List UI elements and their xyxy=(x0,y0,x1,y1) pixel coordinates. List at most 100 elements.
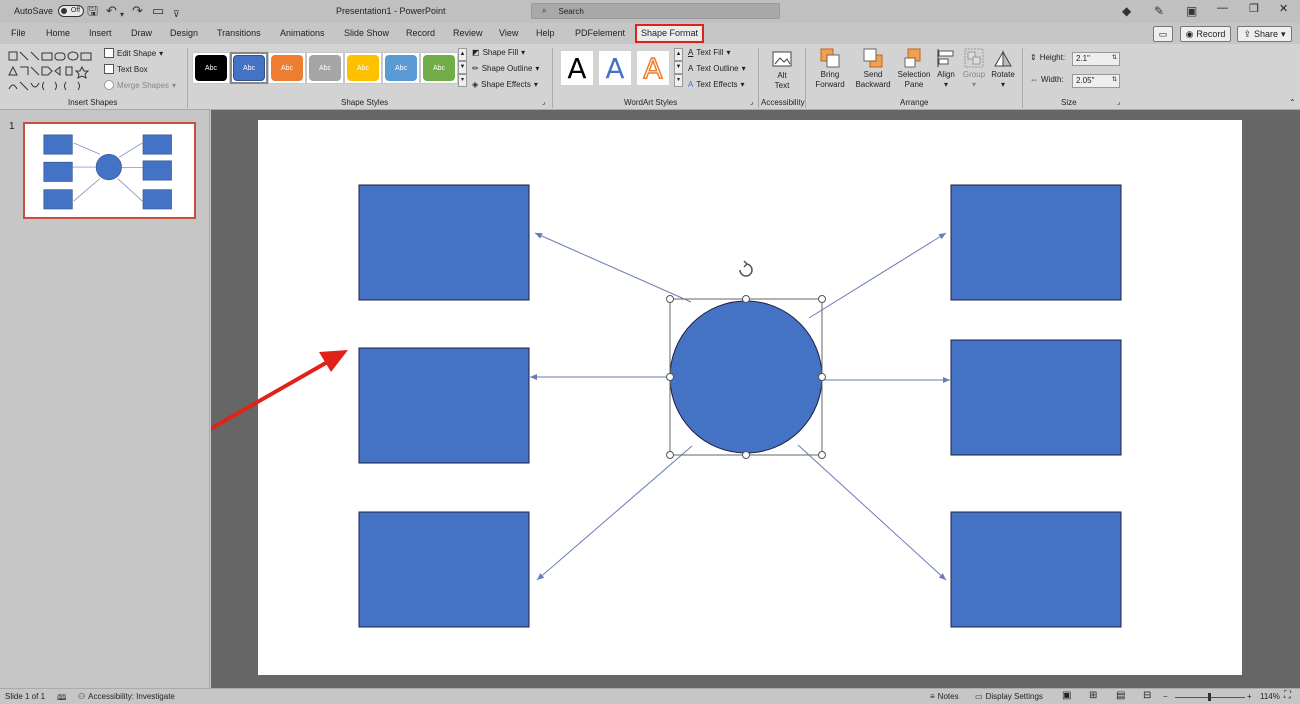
tab-animations[interactable]: Animations xyxy=(280,28,325,38)
scroll-up-icon[interactable]: ▲ xyxy=(458,48,467,61)
style-swatch-5[interactable]: Abc xyxy=(344,52,382,84)
minimize-icon[interactable]: — xyxy=(1217,2,1228,14)
shape-outline-button[interactable]: ✏ Shape Outline ▾ xyxy=(472,64,539,73)
merge-shapes-icon xyxy=(104,80,114,90)
style-swatch-1[interactable]: Abc xyxy=(192,52,230,84)
text-effects-button[interactable]: A Text Effects ▾ xyxy=(688,80,745,89)
send-backward-button[interactable]: Send Backward xyxy=(852,48,894,90)
autosave-control[interactable]: AutoSave Off xyxy=(14,5,85,17)
style-swatch-4[interactable]: Abc xyxy=(306,52,344,84)
height-value: 2.1" xyxy=(1076,54,1090,63)
spinner-icon[interactable]: ⇅ xyxy=(1112,52,1117,64)
save-icon[interactable]: 🖫 xyxy=(87,3,98,19)
notes-button[interactable]: ≡ Notes xyxy=(930,692,959,701)
reading-view-icon[interactable]: ▤ xyxy=(1116,690,1125,701)
pen-icon[interactable]: ✎ xyxy=(1154,4,1164,18)
align-button[interactable]: Align ▾ xyxy=(934,48,958,90)
spinner-icon[interactable]: ⇅ xyxy=(1112,74,1117,86)
rotate-label: Rotate xyxy=(991,70,1015,79)
wordart-style-2[interactable]: A xyxy=(599,51,631,85)
group-button[interactable]: Group ▾ xyxy=(961,48,987,90)
tab-transitions[interactable]: Transitions xyxy=(217,28,261,38)
undo-icon[interactable]: ↶ xyxy=(106,3,117,19)
shape-effects-button[interactable]: ◈ Shape Effects ▾ xyxy=(472,80,538,89)
send-backward-icon xyxy=(863,48,883,68)
bring-forward-button[interactable]: Bring Forward xyxy=(810,48,850,90)
tab-pdfelement[interactable]: PDFelement xyxy=(575,28,625,38)
edit-shape-button[interactable]: Edit Shape ▾ xyxy=(104,48,163,58)
dialog-launcher-icon[interactable]: ⌟ xyxy=(1117,98,1120,106)
text-fill-button[interactable]: A Text Fill ▾ xyxy=(688,48,730,57)
wordart-style-1[interactable]: A xyxy=(561,51,593,85)
tab-review[interactable]: Review xyxy=(453,28,483,38)
tab-help[interactable]: Help xyxy=(536,28,555,38)
collapse-ribbon-icon[interactable]: ⌃ xyxy=(1289,98,1296,107)
fit-slide-icon[interactable]: ⛶ xyxy=(1284,690,1291,701)
group-separator xyxy=(758,48,759,108)
more-icon[interactable]: ▾ xyxy=(458,74,467,87)
style-swatch-7[interactable]: Abc xyxy=(420,52,458,84)
tab-home[interactable]: Home xyxy=(46,28,70,38)
slide-thumbnail[interactable] xyxy=(23,122,196,219)
accessibility-status[interactable]: ⚇ Accessibility: Investigate xyxy=(78,692,175,701)
tab-shape-format[interactable]: Shape Format xyxy=(635,24,705,43)
style-swatch-5-fill: Abc xyxy=(347,55,379,81)
alt-text-button[interactable]: Alt Text xyxy=(768,49,796,91)
merge-shapes-button[interactable]: Merge Shapes ▾ xyxy=(104,80,176,90)
shapes-gallery-icons[interactable] xyxy=(8,49,96,93)
width-field[interactable]: 2.05" ⇅ xyxy=(1072,74,1120,88)
undo-dropdown-icon[interactable]: ▾ xyxy=(120,7,124,23)
slide-sorter-icon[interactable]: ⊞ xyxy=(1089,690,1097,701)
scroll-down-icon[interactable]: ▼ xyxy=(674,61,683,74)
zoom-in-icon[interactable]: + xyxy=(1247,692,1252,701)
style-swatch-2[interactable]: Abc xyxy=(230,52,268,84)
style-swatch-3[interactable]: Abc xyxy=(268,52,306,84)
tab-slide-show[interactable]: Slide Show xyxy=(344,28,389,38)
group-separator xyxy=(805,48,806,108)
more-icon[interactable]: ▾ xyxy=(674,74,683,87)
wordart-style-3[interactable]: A xyxy=(637,51,669,85)
start-slideshow-icon[interactable]: ▭ xyxy=(152,3,164,19)
shape-styles-scroller[interactable]: ▲ ▼ ▾ xyxy=(458,48,467,88)
record-button[interactable]: ◉ Record xyxy=(1180,26,1231,42)
zoom-out-icon[interactable]: − xyxy=(1163,692,1168,701)
text-outline-button[interactable]: A Text Outline ▾ xyxy=(688,64,746,73)
text-box-button[interactable]: Text Box xyxy=(104,64,148,74)
wordart-scroller[interactable]: ▲ ▼ ▾ xyxy=(674,48,683,88)
tab-file[interactable]: File xyxy=(11,28,26,38)
scroll-down-icon[interactable]: ▼ xyxy=(458,61,467,74)
tab-design[interactable]: Design xyxy=(170,28,198,38)
normal-view-icon[interactable]: ▣ xyxy=(1062,690,1071,701)
dialog-launcher-icon[interactable]: ⌟ xyxy=(542,98,545,106)
shapes-gallery[interactable] xyxy=(8,49,93,91)
tab-view[interactable]: View xyxy=(499,28,518,38)
customize-toolbar-icon[interactable]: ⊽ xyxy=(173,6,180,22)
diamond-icon[interactable]: ◆ xyxy=(1122,4,1131,18)
zoom-level[interactable]: 114% xyxy=(1260,692,1280,701)
zoom-slider-thumb[interactable] xyxy=(1208,693,1211,701)
share-button[interactable]: ⇪ Share ▾ xyxy=(1237,26,1292,42)
comments-button[interactable]: ▭ xyxy=(1153,26,1173,42)
spelling-icon[interactable]: 🕮 xyxy=(57,692,66,704)
redo-icon[interactable]: ↷ xyxy=(132,3,143,19)
scroll-up-icon[interactable]: ▲ xyxy=(674,48,683,61)
style-swatch-6[interactable]: Abc xyxy=(382,52,420,84)
tab-record[interactable]: Record xyxy=(406,28,435,38)
rotate-button[interactable]: Rotate ▾ xyxy=(989,48,1017,90)
accessibility-status-label: Accessibility: Investigate xyxy=(88,692,175,701)
selection-pane-button[interactable]: Selection Pane xyxy=(896,48,932,90)
shape-fill-button[interactable]: ◩ Shape Fill ▾ xyxy=(472,48,525,57)
display-settings-button[interactable]: ▭ Display Settings xyxy=(975,692,1043,701)
insert-shapes-group-label: Insert Shapes xyxy=(68,98,118,107)
tab-insert[interactable]: Insert xyxy=(89,28,112,38)
close-icon[interactable]: ✕ xyxy=(1279,2,1288,15)
selection-pane-label-2: Pane xyxy=(904,80,924,89)
restore-icon[interactable]: ❐ xyxy=(1249,2,1259,15)
dialog-launcher-icon[interactable]: ⌟ xyxy=(750,98,753,106)
height-field[interactable]: 2.1" ⇅ xyxy=(1072,52,1120,66)
autosave-toggle[interactable]: Off xyxy=(58,5,85,17)
search-box[interactable]: ⌕ Search xyxy=(531,3,780,19)
tab-draw[interactable]: Draw xyxy=(131,28,152,38)
ribbon-display-icon[interactable]: ▣ xyxy=(1186,4,1197,18)
slideshow-view-icon[interactable]: ⊟ xyxy=(1143,690,1151,701)
